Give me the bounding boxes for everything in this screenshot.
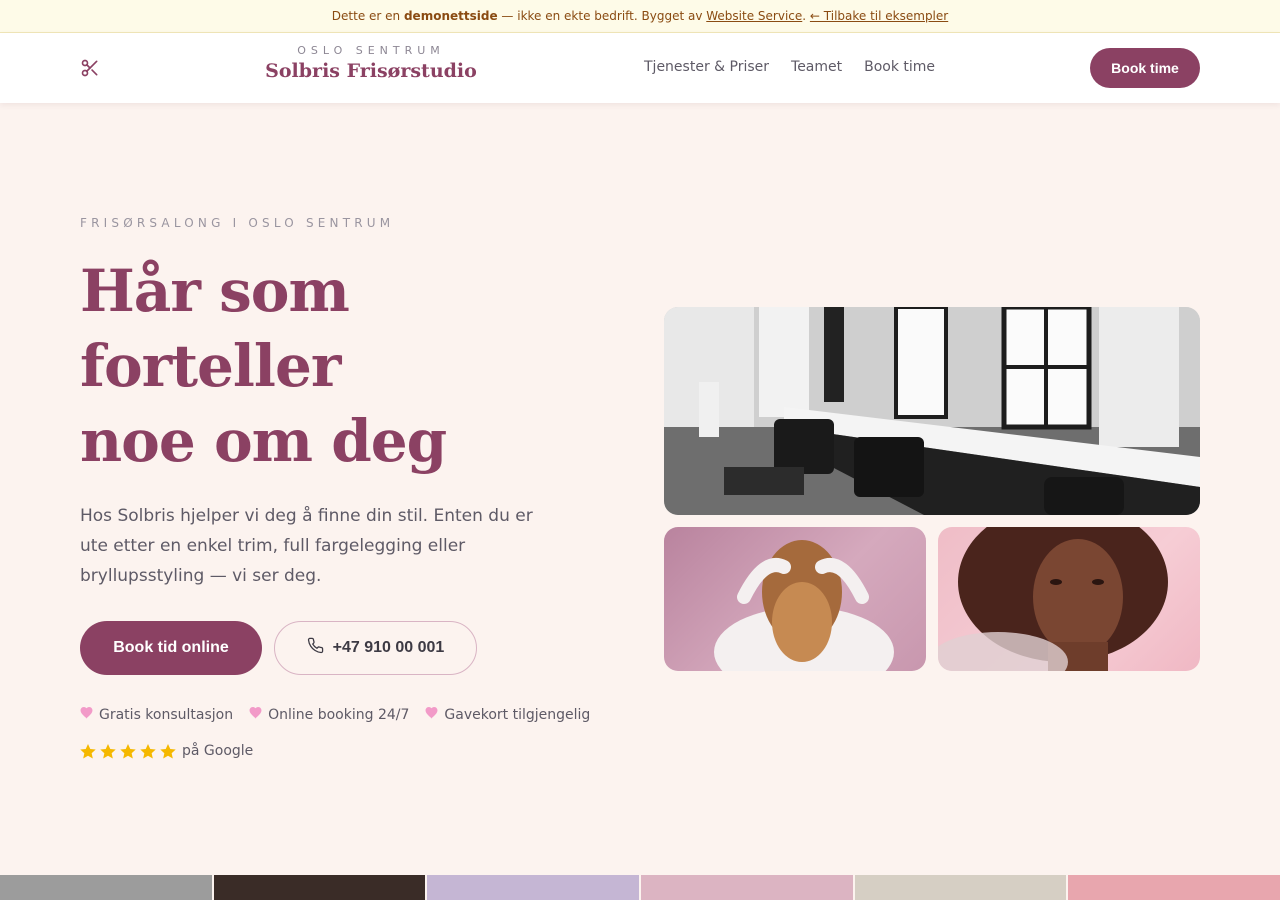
feature-list: Gratis konsultasjon Online booking 24/7 … xyxy=(80,707,590,723)
gallery-thumb xyxy=(427,875,640,900)
feature-label: Gratis konsultasjon xyxy=(99,707,234,723)
demo-banner: Dette er en demonettside — ikke en ekte … xyxy=(0,0,1280,33)
hero-title-line: forteller xyxy=(80,332,341,400)
feature-item: Online booking 24/7 xyxy=(249,707,409,723)
nav-book[interactable]: Book time xyxy=(864,59,935,75)
hero-title: Hår som forteller noe om deg xyxy=(80,254,600,479)
star-icon xyxy=(160,743,176,759)
gallery-thumb xyxy=(641,875,853,900)
hero-title-line: noe om deg xyxy=(80,407,447,475)
heart-icon xyxy=(249,707,262,723)
gallery-strip xyxy=(0,875,1280,900)
heart-icon xyxy=(425,707,438,723)
nav-services-prices[interactable]: Tjenester & Priser xyxy=(644,59,769,75)
gallery-thumb xyxy=(213,875,426,900)
banner-middle: — ikke en ekte bedrift. Bygget av xyxy=(501,9,703,23)
woman-long-hair-photo xyxy=(664,527,926,671)
rating-label: på Google xyxy=(182,743,254,759)
hero-description: Hos Solbris hjelper vi deg å finne din s… xyxy=(80,506,533,586)
google-rating: på Google xyxy=(80,743,253,759)
salon-interior-photo xyxy=(664,307,1200,515)
feature-item: Gavekort tilgjengelig xyxy=(425,707,590,723)
woman-curly-hair-photo xyxy=(938,527,1200,671)
banner-bold: demonettside xyxy=(403,9,498,23)
hero-title-line: Hår som xyxy=(80,257,350,325)
main-nav: Tjenester & Priser Teamet Book time xyxy=(644,59,935,75)
feature-label: Online booking 24/7 xyxy=(268,707,410,723)
brand[interactable]: OSLO SENTRUM Solbris Frisørstudio xyxy=(232,44,510,82)
phone-number: +47 910 00 001 xyxy=(332,639,445,656)
phone-button[interactable]: +47 910 00 001 xyxy=(274,621,477,675)
brand-name: Solbris Frisørstudio xyxy=(265,60,477,82)
rating-stars xyxy=(80,743,176,759)
site-header: OSLO SENTRUM Solbris Frisørstudio Tjenes… xyxy=(0,33,1280,103)
book-online-button[interactable]: Book tid online xyxy=(80,621,262,675)
back-to-examples-link[interactable]: ← Tilbake til eksempler xyxy=(810,9,948,23)
feature-label: Gavekort tilgjengelig xyxy=(444,707,591,723)
gallery-thumb xyxy=(0,875,212,900)
scissors-icon[interactable] xyxy=(80,58,100,78)
star-icon xyxy=(100,743,116,759)
website-service-link[interactable]: Website Service xyxy=(706,9,802,23)
nav-team[interactable]: Teamet xyxy=(791,59,842,75)
header-book-button[interactable]: Book time xyxy=(1090,48,1200,88)
star-icon xyxy=(140,743,156,759)
banner-prefix: Dette er en xyxy=(331,9,401,23)
star-icon xyxy=(120,743,136,759)
gallery-thumb xyxy=(854,875,1067,900)
phone-icon xyxy=(307,637,324,659)
hero-eyebrow: FRISØRSALONG I OSLO SENTRUM xyxy=(80,216,395,230)
brand-subtitle: OSLO SENTRUM xyxy=(297,44,445,57)
star-icon xyxy=(80,743,96,759)
gallery-thumb xyxy=(1068,875,1280,900)
heart-icon xyxy=(80,707,93,723)
feature-item: Gratis konsultasjon xyxy=(80,707,233,723)
